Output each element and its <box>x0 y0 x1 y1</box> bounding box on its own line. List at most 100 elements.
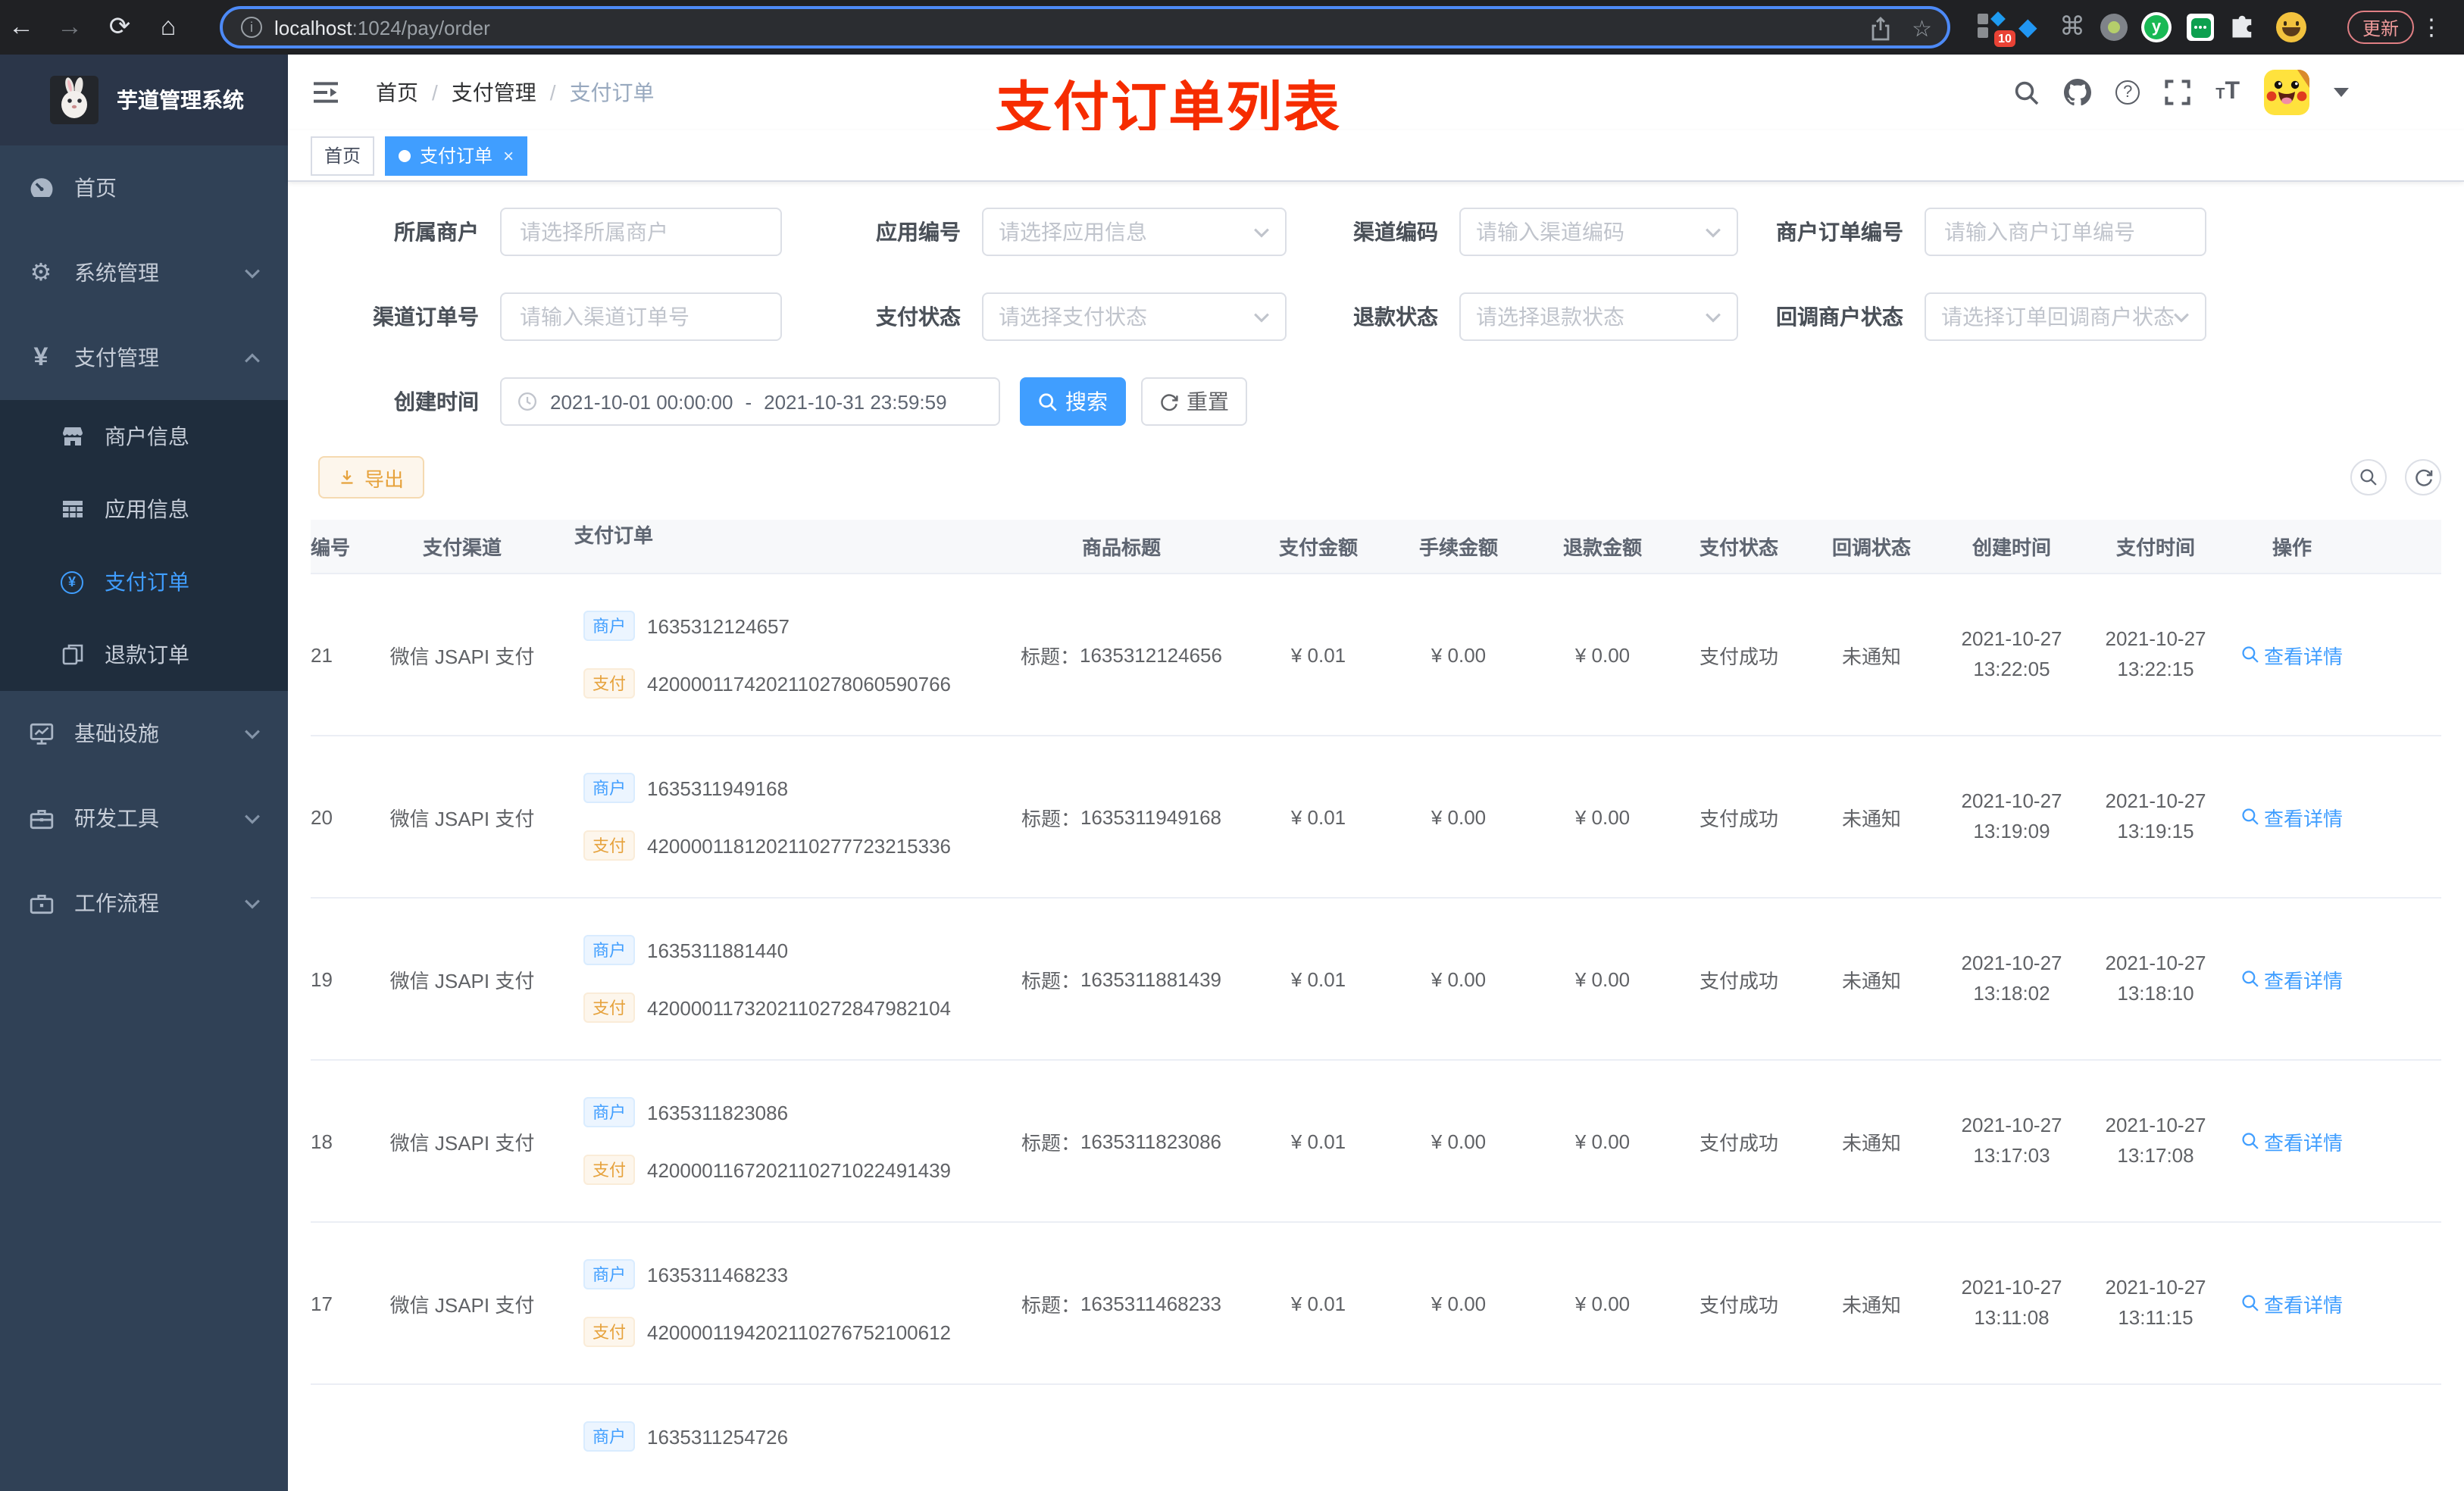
home-icon[interactable]: ⌂ <box>150 0 186 55</box>
create-time-range-picker[interactable]: 2021-10-01 00:00:00 - 2021-10-31 23:59:5… <box>500 377 1000 426</box>
browser-update-button[interactable]: 更新 <box>2347 11 2415 44</box>
sidebar-item-refund-order[interactable]: 退款订单 <box>0 618 288 691</box>
dashboard-icon <box>27 174 55 202</box>
close-icon[interactable]: × <box>503 145 514 166</box>
merchant-tag: 商户 <box>583 773 635 803</box>
refresh-button[interactable] <box>2405 459 2441 495</box>
y-extension-icon[interactable]: y <box>2141 0 2172 55</box>
cell-amount: ¥ 0.01 <box>1290 643 1346 666</box>
sidebar-item-app-info[interactable]: 应用信息 <box>0 473 288 545</box>
channel-code-select[interactable]: 请输入渠道编码 <box>1459 208 1738 256</box>
cell-id: 21 <box>311 643 333 666</box>
cell-notify: 未通知 <box>1841 1293 1901 1316</box>
help-icon[interactable]: ? <box>2115 80 2140 105</box>
sidebar-item-system[interactable]: ⚙ 系统管理 <box>0 230 288 315</box>
browser-toolbar: ← → ⟳ ⌂ i localhost:1024/pay/order ☆ 10 … <box>0 0 2464 55</box>
reset-button[interactable]: 重置 <box>1141 377 1247 426</box>
view-detail-link[interactable]: 查看详情 <box>2241 640 2343 669</box>
forward-icon[interactable]: → <box>52 0 88 55</box>
export-button[interactable]: 导出 <box>318 456 424 499</box>
sidebar-item-payment[interactable]: ¥ 支付管理 <box>0 315 288 400</box>
address-bar[interactable]: i localhost:1024/pay/order ☆ <box>220 6 1950 48</box>
refund-status-select[interactable]: 请选择退款状态 <box>1459 292 1738 341</box>
reload-icon[interactable]: ⟳ <box>102 0 138 55</box>
cell-action: 查看详情 <box>2228 1061 2356 1221</box>
cell-action: 查看详情 <box>2228 899 2356 1059</box>
cell-refund: ¥ 0.00 <box>1574 643 1631 666</box>
command-extension-icon[interactable]: ⌘ <box>2059 0 2085 55</box>
tab-home[interactable]: 首页 <box>311 136 375 175</box>
fullscreen-icon[interactable] <box>2164 79 2191 106</box>
table-row-partial: 商户 1635311254726 <box>311 1385 2441 1488</box>
view-detail-link[interactable]: 查看详情 <box>2241 1289 2343 1318</box>
extension-badge-icon[interactable]: 10 <box>1976 0 2015 55</box>
documents-icon <box>59 642 85 667</box>
site-info-icon[interactable]: i <box>241 17 262 38</box>
breadcrumb-payment[interactable]: 支付管理 <box>452 77 536 108</box>
cell-created: 2021-10-27 13:22:05 <box>1961 627 2062 680</box>
yen-icon: ¥ <box>33 342 48 371</box>
app-logo-row: 芋道管理系统 <box>0 55 288 145</box>
cell-status: 支付成功 <box>1699 807 1778 830</box>
app-no-select[interactable]: 请选择应用信息 <box>982 208 1287 256</box>
kite-extension-icon[interactable]: ◆ <box>2018 0 2037 55</box>
pay-tag: 支付 <box>583 668 635 699</box>
share-icon[interactable] <box>1869 17 1890 41</box>
github-icon[interactable] <box>2064 79 2092 106</box>
cell-amount: ¥ 0.01 <box>1290 805 1346 828</box>
chevron-down-icon <box>244 728 261 739</box>
refund-status-label: 退款状态 <box>1353 305 1438 329</box>
recorder-extension-icon[interactable] <box>2100 0 2128 55</box>
chevron-down-icon <box>244 898 261 908</box>
sidebar-toggle-icon[interactable] <box>311 77 341 108</box>
chevron-down-icon <box>244 267 261 278</box>
view-detail-link[interactable]: 查看详情 <box>2241 802 2343 831</box>
breadcrumb-home[interactable]: 首页 <box>376 77 418 108</box>
cell-title: 标题： 1635312124656 <box>1020 643 1222 667</box>
search-button[interactable]: 搜索 <box>1020 377 1126 426</box>
gear-icon: ⚙ <box>30 261 52 286</box>
back-icon[interactable]: ← <box>3 0 39 55</box>
cell-order-no: 商户 1635311949168 支付 4200001181202110277723… <box>553 736 993 897</box>
cell-amount: ¥ 0.01 <box>1290 1130 1346 1152</box>
chevron-down-icon <box>2173 311 2190 322</box>
pay-status-select[interactable]: 请选择支付状态 <box>982 292 1287 341</box>
cell-title: 标题： 1635311468233 <box>1021 1292 1222 1316</box>
search-icon[interactable] <box>2014 80 2040 105</box>
sidebar-item-workflow[interactable]: 工作流程 <box>0 861 288 946</box>
channel-order-no-input[interactable] <box>500 292 782 341</box>
cell-fee: ¥ 0.00 <box>1431 1292 1487 1314</box>
cell-created: 2021-10-27 13:18:02 <box>1961 952 2062 1005</box>
bookmark-star-icon[interactable]: ☆ <box>1912 15 1932 42</box>
avatar[interactable] <box>2264 70 2309 115</box>
sidebar-item-dev-tools[interactable]: 研发工具 <box>0 776 288 861</box>
chat-extension-icon[interactable] <box>2187 0 2214 55</box>
font-size-icon[interactable]: TT <box>2215 79 2240 106</box>
cell-action: 查看详情 <box>2228 1223 2356 1383</box>
view-detail-link[interactable]: 查看详情 <box>2241 1127 2343 1155</box>
merchant-select[interactable] <box>500 208 782 256</box>
sidebar-item-merchant-info[interactable]: 商户信息 <box>0 400 288 473</box>
cell-channel: 微信 JSAPI 支付 <box>389 1293 535 1316</box>
app-title: 芋道管理系统 <box>117 88 244 112</box>
notify-status-select[interactable]: 请选择订单回调商户状态 <box>1925 292 2206 341</box>
screen: ← → ⟳ ⌂ i localhost:1024/pay/order ☆ 10 … <box>0 0 2464 1491</box>
table-row: 18 微信 JSAPI 支付 商户 1635311823086 支付 4200001… <box>311 1061 2441 1223</box>
table-toolbar: 导出 <box>311 456 2441 499</box>
merchant-order-no-input[interactable] <box>1925 208 2206 256</box>
cell-id: 18 <box>311 1130 333 1152</box>
user-menu-caret-icon[interactable] <box>2334 88 2349 97</box>
sidebar-item-infrastructure[interactable]: 基础设施 <box>0 691 288 776</box>
puzzle-extensions-icon[interactable] <box>2229 0 2256 55</box>
browser-menu-icon[interactable]: ⋮ <box>2420 0 2443 55</box>
sidebar-item-home[interactable]: 首页 <box>0 145 288 230</box>
sidebar-item-pay-order[interactable]: ¥ 支付订单 <box>0 545 288 618</box>
view-detail-link[interactable]: 查看详情 <box>2241 964 2343 993</box>
merchant-tag: 商户 <box>583 1097 635 1127</box>
emoji-extension-icon[interactable] <box>2276 0 2306 55</box>
tab-pay-order[interactable]: 支付订单 × <box>385 136 528 175</box>
monitor-icon <box>27 720 55 747</box>
channel-code-label: 渠道编码 <box>1353 220 1438 244</box>
top-navbar: 首页 / 支付管理 / 支付订单 支付订单列表 ? TT <box>288 55 2464 139</box>
toggle-search-button[interactable] <box>2350 459 2387 495</box>
